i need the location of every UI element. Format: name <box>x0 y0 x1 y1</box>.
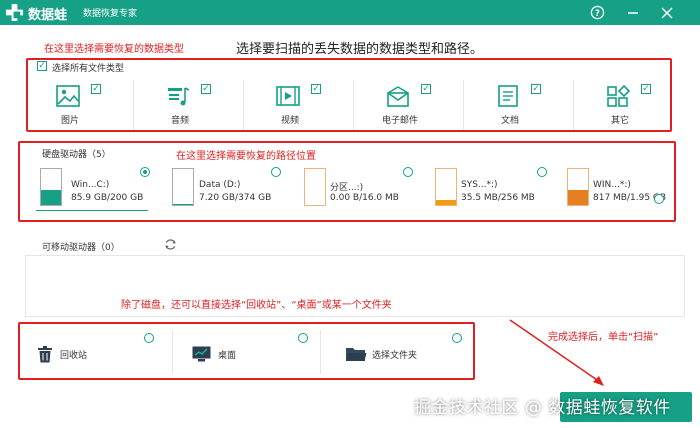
annotation-type-hint: 在这里选择需要恢复的数据类型 <box>44 44 184 55</box>
drive-radio-win[interactable] <box>654 194 664 204</box>
annotation-path-hint: 在这里选择需要恢复的路径位置 <box>176 151 316 162</box>
file-type-video[interactable]: ✓ 视频 <box>255 80 351 130</box>
annotation-location-hint: 除了磁盘，还可以直接选择“回收站”、“桌面”或某一个文件夹 <box>121 300 392 311</box>
divider <box>353 80 354 130</box>
drive-icon <box>172 168 194 206</box>
divider <box>463 80 464 130</box>
drive-usage-fill <box>436 199 456 205</box>
desktop-icon <box>192 346 211 362</box>
location-radio-recycle-bin[interactable] <box>144 333 154 343</box>
hard-drive-section-title: 硬盘驱动器（5） <box>42 150 111 160</box>
pointer-arrow-icon <box>509 319 604 386</box>
video-icon <box>276 86 300 106</box>
file-type-label: 其它 <box>610 116 629 126</box>
email-icon <box>387 86 409 107</box>
drive-icon <box>304 168 326 206</box>
app-logo-icon <box>5 3 24 22</box>
music-icon <box>168 87 190 106</box>
drive-radio-partition[interactable] <box>403 167 413 177</box>
drive-size: 0.00 B/16.0 MB <box>330 193 399 203</box>
image-checkbox[interactable]: ✓ <box>91 84 101 94</box>
video-checkbox[interactable]: ✓ <box>311 84 321 94</box>
file-type-email[interactable]: ✓ 电子邮件 <box>365 80 461 130</box>
drive-icon <box>40 168 62 206</box>
file-type-label: 音频 <box>170 116 189 126</box>
select-all-label: 选择所有文件类型 <box>52 64 125 74</box>
location-radio-folder[interactable] <box>452 333 462 343</box>
drive-item-c[interactable]: Win...C:) 85.9 GB/200 GB <box>40 166 150 210</box>
drive-icon <box>435 168 457 206</box>
app-name: 数据蛙 <box>28 8 68 23</box>
drive-size: 7.20 GB/374 GB <box>199 193 272 203</box>
drive-item-partition[interactable]: 分区...:) 0.00 B/16.0 MB <box>304 166 414 210</box>
title-bar: 数据蛙 数据恢复专家 ? <box>0 0 700 25</box>
other-icon <box>607 84 631 107</box>
location-label: 桌面 <box>218 351 237 361</box>
file-type-other[interactable]: ✓ 其它 <box>585 80 681 130</box>
divider <box>243 80 244 130</box>
drive-radio-sys[interactable] <box>537 167 547 177</box>
drive-icon <box>567 168 589 206</box>
drive-usage-fill <box>41 189 61 205</box>
drive-name: Data (D:) <box>199 180 241 190</box>
drive-size: 35.5 MB/256 MB <box>461 193 535 203</box>
minimize-icon[interactable] <box>623 3 642 22</box>
app-subtitle: 数据恢复专家 <box>83 9 138 19</box>
drive-name: Win...C:) <box>71 180 110 190</box>
drive-size: 85.9 GB/200 GB <box>71 193 144 203</box>
refresh-icon[interactable] <box>164 238 177 251</box>
removable-section-title: 可移动驱动器（0） <box>42 243 120 253</box>
folder-icon <box>346 348 367 361</box>
drive-usage-fill <box>173 204 193 205</box>
file-type-label: 视频 <box>280 116 299 126</box>
file-type-audio[interactable]: ✓ 音频 <box>145 80 241 130</box>
file-type-label: 文档 <box>500 116 519 126</box>
drive-usage-fill <box>568 189 588 205</box>
other-checkbox[interactable]: ✓ <box>641 84 651 94</box>
select-all-checkbox[interactable]: ✓ <box>37 61 47 71</box>
close-icon[interactable] <box>657 3 676 22</box>
divider <box>320 330 321 374</box>
document-checkbox[interactable]: ✓ <box>531 84 541 94</box>
divider <box>172 330 173 374</box>
drive-name: 分区...:) <box>330 183 364 193</box>
audio-checkbox[interactable]: ✓ <box>201 84 211 94</box>
email-checkbox[interactable]: ✓ <box>421 84 431 94</box>
drive-name: SYS...*:) <box>461 180 498 190</box>
divider <box>133 80 134 130</box>
page-heading: 选择要扫描的丢失数据的数据类型和路径。 <box>236 42 484 57</box>
file-type-label: 图片 <box>60 116 79 126</box>
location-radio-desktop[interactable] <box>298 333 308 343</box>
image-icon <box>56 85 80 107</box>
selected-drive-underline <box>36 210 148 211</box>
document-icon <box>498 85 518 107</box>
file-type-document[interactable]: ✓ 文档 <box>475 80 571 130</box>
recycle-bin-icon <box>38 346 52 363</box>
divider <box>573 80 574 130</box>
location-label: 选择文件夹 <box>372 351 418 361</box>
drive-name: WIN...*:) <box>593 180 631 190</box>
drive-item-d[interactable]: Data (D:) 7.20 GB/374 GB <box>172 166 282 210</box>
svg-text:?: ? <box>595 8 600 18</box>
file-type-image[interactable]: ✓ 图片 <box>35 80 131 130</box>
watermark-text: 掘金技术社区 @ 数据蛙恢复软件 <box>414 398 671 418</box>
drive-radio-c[interactable] <box>140 167 150 177</box>
file-type-label: 电子邮件 <box>381 116 418 126</box>
location-desktop[interactable]: 桌面 <box>192 330 312 376</box>
help-icon[interactable]: ? <box>588 3 607 22</box>
location-label: 回收站 <box>60 351 88 361</box>
drive-item-sys[interactable]: SYS...*:) 35.5 MB/256 MB <box>435 166 550 210</box>
drive-radio-d[interactable] <box>271 167 281 177</box>
